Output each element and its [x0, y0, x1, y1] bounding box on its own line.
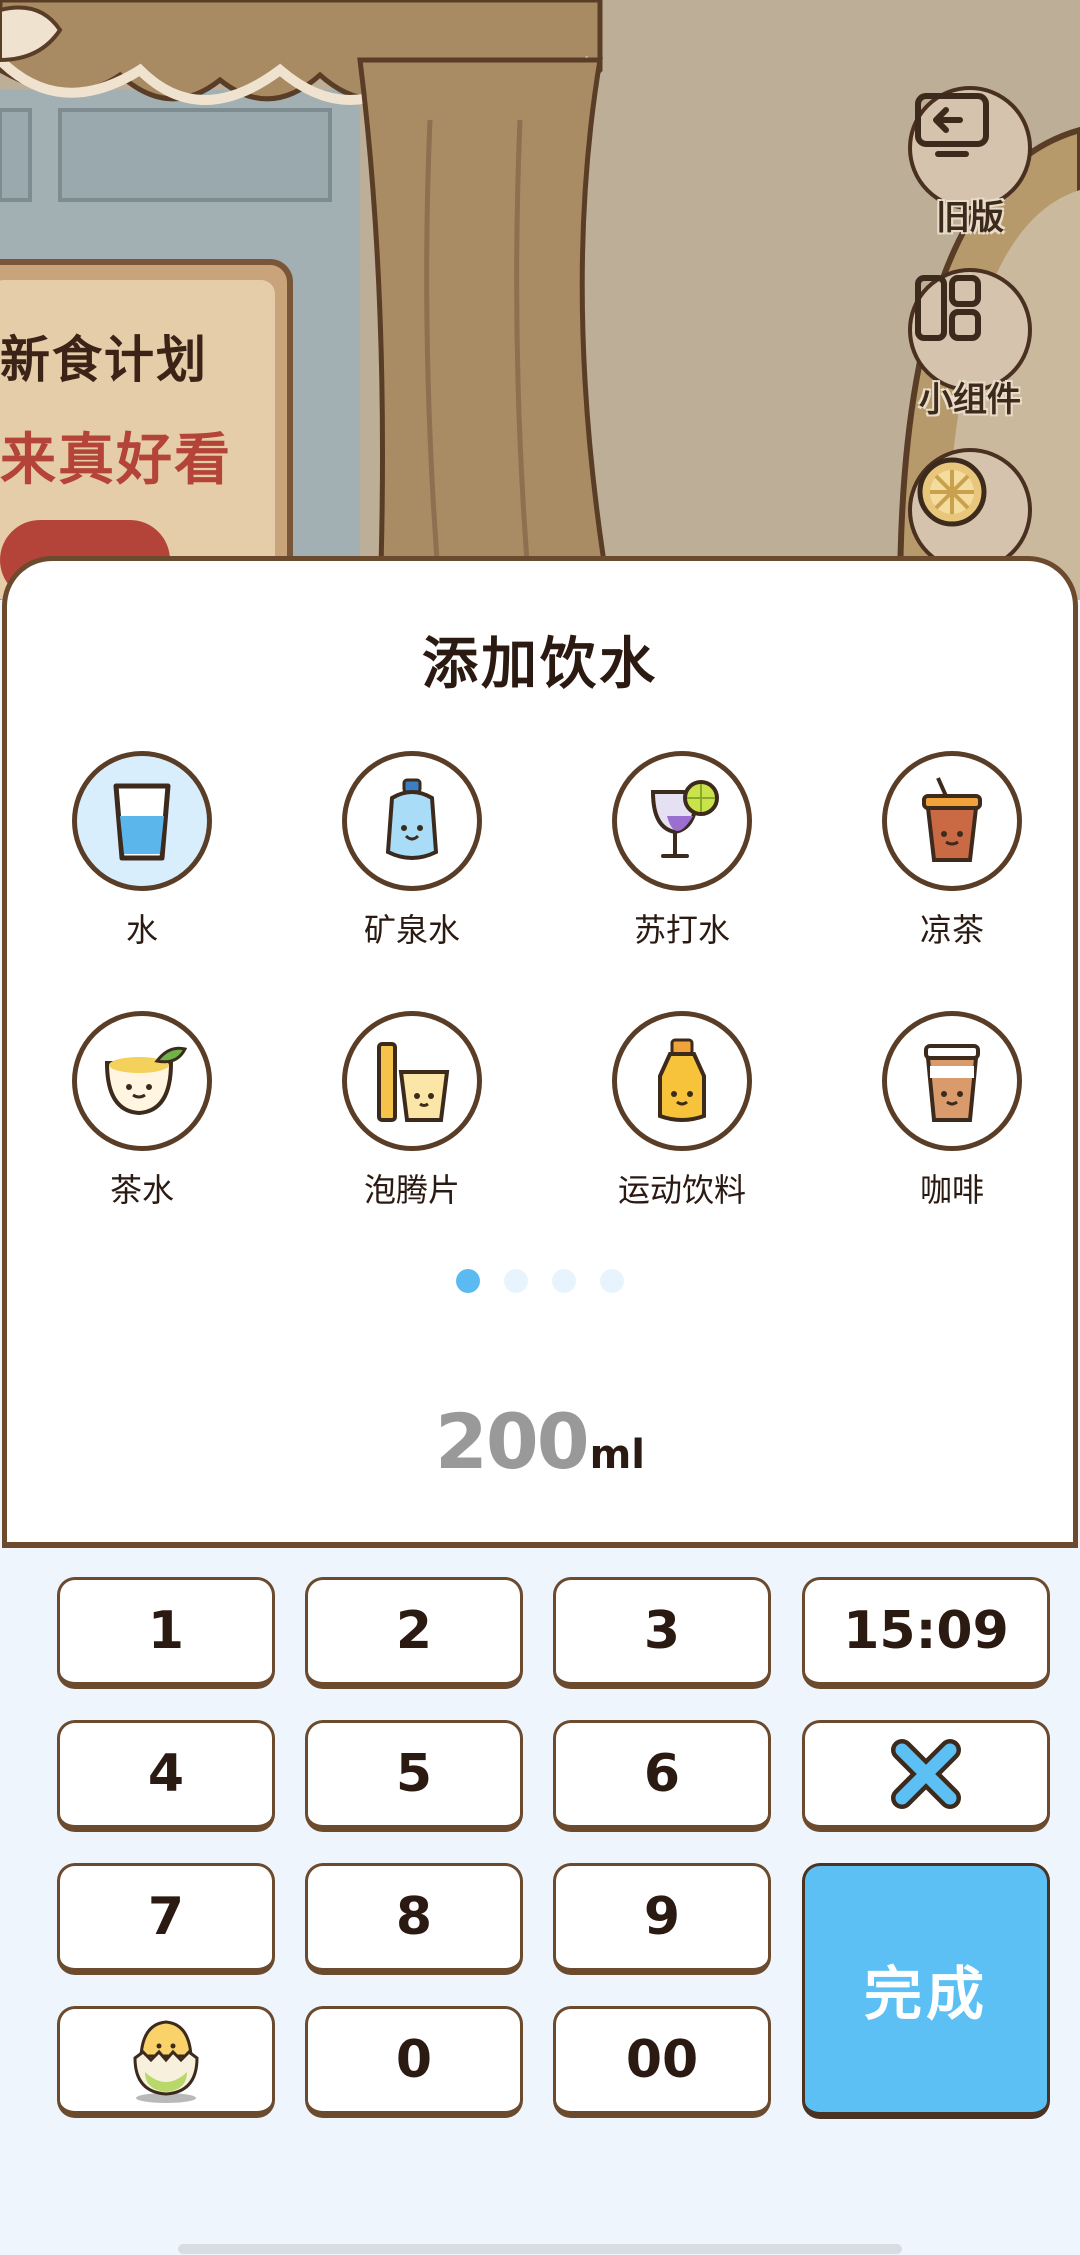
drink-option-herbal-tea[interactable]: 凉茶 [852, 751, 1052, 951]
delete-button[interactable] [802, 1720, 1050, 1832]
panel-title: 添加饮水 [422, 632, 658, 697]
drink-option-effervescent[interactable]: 泡腾片 [312, 1011, 512, 1211]
page-indicator [7, 1269, 1073, 1293]
back-screen-icon [915, 93, 989, 157]
mineral-water-bottle-icon [385, 778, 439, 860]
tea-bowl-icon [104, 1046, 187, 1116]
key-4[interactable]: 4 [57, 1720, 275, 1832]
drink-circle [882, 751, 1022, 891]
key-9[interactable]: 9 [553, 1863, 771, 1975]
key-7[interactable]: 7 [57, 1863, 275, 1975]
drink-label: 泡腾片 [363, 1171, 460, 1209]
drink-circle [342, 751, 482, 891]
amount-unit: ml [589, 1432, 646, 1478]
drink-option-tea[interactable]: 茶水 [42, 1011, 242, 1211]
drink-circle [612, 751, 752, 891]
drink-option-water[interactable]: 水 [42, 751, 242, 951]
drink-circle [72, 751, 212, 891]
drink-circle [612, 1011, 752, 1151]
drink-circle [72, 1011, 212, 1151]
old-version-label: 旧版 [936, 198, 1004, 238]
page-dot[interactable] [504, 1269, 528, 1293]
drink-option-mineral-water[interactable]: 矿泉水 [312, 751, 512, 951]
number-keypad: 1 2 3 15:09 4 5 6 7 8 9 完成 0 00 [0, 1560, 1080, 2255]
soda-water-glass-icon [650, 780, 719, 858]
page-dot[interactable] [552, 1269, 576, 1293]
drink-label: 运动饮料 [617, 1171, 746, 1209]
key-8[interactable]: 8 [305, 1863, 523, 1975]
add-water-panel: 添加饮水 水 矿泉水 苏打水 凉茶 茶水 泡腾片 运动饮料 咖啡 200ml [2, 556, 1078, 1548]
page-dot[interactable] [600, 1269, 624, 1293]
key-3[interactable]: 3 [553, 1577, 771, 1689]
drink-label: 凉茶 [919, 911, 984, 949]
drink-label: 水 [125, 911, 158, 949]
chick-mascot-icon [133, 2020, 199, 2103]
sports-drink-bottle-icon [658, 1038, 706, 1122]
widget-grid-icon [915, 275, 981, 341]
key-1[interactable]: 1 [57, 1577, 275, 1689]
close-x-icon [891, 1739, 961, 1809]
page-dot-active[interactable] [456, 1269, 480, 1293]
drink-label: 咖啡 [919, 1171, 984, 1209]
background-scene: 新食计划 来真好看 旧版 小组件 [0, 0, 1080, 600]
key-6[interactable]: 6 [553, 1720, 771, 1832]
mascot-button[interactable] [57, 2006, 275, 2118]
water-glass-icon [113, 783, 171, 861]
amount-display: 200ml [7, 1397, 1073, 1486]
key-5[interactable]: 5 [305, 1720, 523, 1832]
coffee-cup-icon [924, 1044, 980, 1122]
drink-circle [342, 1011, 482, 1151]
key-2[interactable]: 2 [305, 1577, 523, 1689]
plan-subheading: 来真好看 [0, 428, 232, 493]
drink-label: 苏打水 [633, 911, 730, 949]
plan-heading: 新食计划 [0, 331, 208, 389]
key-00[interactable]: 00 [553, 2006, 771, 2118]
home-indicator[interactable] [178, 2244, 902, 2254]
drink-option-sports-drink[interactable]: 运动饮料 [582, 1011, 782, 1211]
orange-slice-icon [917, 457, 987, 527]
drink-label: 矿泉水 [363, 911, 460, 949]
time-button[interactable]: 15:09 [802, 1577, 1050, 1689]
done-button[interactable]: 完成 [802, 1863, 1050, 2119]
herbal-tea-cup-icon [922, 777, 982, 862]
drink-circle [882, 1011, 1022, 1151]
amount-value: 200 [434, 1397, 590, 1486]
drink-label: 茶水 [109, 1171, 174, 1209]
widget-label: 小组件 [919, 380, 1021, 420]
orange-button[interactable] [908, 448, 1032, 572]
drink-option-soda-water[interactable]: 苏打水 [582, 751, 782, 951]
effervescent-tablet-icon [377, 1042, 450, 1122]
key-0[interactable]: 0 [305, 2006, 523, 2118]
drink-option-coffee[interactable]: 咖啡 [852, 1011, 1052, 1211]
